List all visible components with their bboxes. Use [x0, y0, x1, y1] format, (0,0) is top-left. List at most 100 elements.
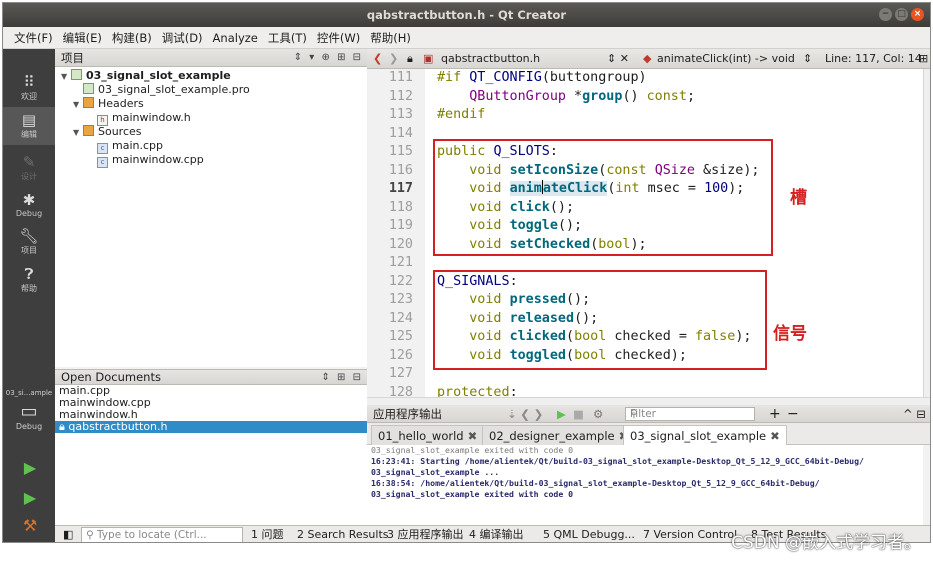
- code-editor[interactable]: 111 #if QT_CONFIG(buttongroup) 112 QButton…: [367, 69, 930, 397]
- add-output-button[interactable]: +: [769, 405, 781, 423]
- line-number: 123: [388, 292, 413, 307]
- menu-build[interactable]: 构建(B): [107, 27, 157, 49]
- output-tab[interactable]: 01_hello_world ✖: [371, 425, 485, 445]
- kit-mode: Debug: [15, 422, 43, 431]
- mode-design[interactable]: ✎ 设计: [3, 149, 55, 187]
- build-button[interactable]: ⚒: [21, 517, 39, 535]
- output-tab-active[interactable]: 03_signal_slot_example ✖: [623, 425, 787, 445]
- output-line: 16:38:54: /home/alientek/Qt/build-03_sig…: [371, 478, 820, 488]
- project-icon: [71, 69, 82, 80]
- application-output[interactable]: 03_signal_slot_example exited with code …: [367, 445, 923, 525]
- qt-creator-window: qabstractbutton.h - Qt Creator − □ × 文件(…: [2, 2, 931, 543]
- status-tab-compile-output[interactable]: 4 编译输出: [469, 526, 524, 542]
- back-arrow-icon[interactable]: ❮: [373, 49, 382, 69]
- close-tab-icon[interactable]: ✖: [468, 429, 478, 443]
- code-text: #endif: [437, 107, 486, 122]
- split-icon[interactable]: ⊞: [919, 49, 928, 69]
- tree-item-pro[interactable]: 03_signal_slot_example.pro: [83, 83, 250, 97]
- tree-folder-sources[interactable]: ▼ Sources: [73, 125, 142, 139]
- stop-icon[interactable]: ■: [573, 405, 584, 423]
- cpp-file-icon: c: [97, 157, 108, 168]
- panel-tool-icons[interactable]: ⇕ ▾ ⊕ ⊞ ⊟: [294, 49, 363, 67]
- status-tab-search-results[interactable]: 2 Search Results: [297, 526, 389, 542]
- settings-icon[interactable]: ⚙: [593, 405, 603, 423]
- symbol-icon: ◆: [643, 52, 652, 65]
- maximize-pane-icon[interactable]: ^ ⊟: [903, 405, 926, 423]
- line-number: 113: [388, 107, 413, 122]
- status-tab-version-control[interactable]: 7 Version Control: [643, 526, 737, 542]
- grid-icon: ⠿: [23, 73, 35, 91]
- expand-arrow-icon[interactable]: ▼: [61, 70, 71, 84]
- tree-item-mainwindow-h[interactable]: h mainwindow.h: [97, 111, 191, 126]
- line-number: 126: [388, 347, 413, 363]
- close-tab-icon[interactable]: ✖: [770, 429, 780, 443]
- kit-project-name: 03_si...ample: [5, 389, 53, 397]
- tree-folder-headers[interactable]: ▼ Headers: [73, 97, 144, 111]
- menu-analyze[interactable]: Analyze: [208, 27, 263, 49]
- tree-item-mainwindow-cpp[interactable]: c mainwindow.cpp: [97, 153, 204, 168]
- expand-arrow-icon[interactable]: ▼: [73, 98, 83, 112]
- menu-tools[interactable]: 工具(T): [263, 27, 312, 49]
- maximize-button[interactable]: □: [895, 8, 908, 21]
- line-number: 112: [388, 88, 413, 104]
- close-button[interactable]: ×: [911, 8, 924, 21]
- minimize-button[interactable]: −: [879, 8, 892, 21]
- line-number: 118: [388, 199, 413, 215]
- search-icon: ⚲: [86, 529, 98, 541]
- editor-toolbar: ❮ ❯ 🔒︎ ▣ qabstractbutton.h ⇕ ✕ ◆ animate…: [367, 49, 930, 69]
- kit-selector[interactable]: 03_si...ample ▭ Debug: [3, 389, 55, 431]
- editor-vertical-scrollbar[interactable]: [923, 69, 930, 397]
- symbol-selector[interactable]: animateClick(int) -> void: [657, 49, 795, 69]
- folder-icon: [83, 125, 94, 136]
- panel-tool-icons[interactable]: ⇕ ⊞ ⊟: [322, 370, 364, 385]
- open-document-item-selected[interactable]: 🔒︎ qabstractbutton.h: [55, 421, 367, 433]
- output-pane-header: 应用程序输出 ⇣ ❮ ❯ ▶ ■ ⚙ ⚲ Filter + − ^ ⊟: [367, 405, 930, 423]
- mode-label: 编辑: [21, 130, 37, 139]
- file-dropdown-icon[interactable]: ⇕ ✕: [607, 49, 629, 69]
- mode-help[interactable]: ❓︎ 帮助: [3, 261, 55, 299]
- current-file-selector[interactable]: qabstractbutton.h: [441, 49, 540, 69]
- menu-debug[interactable]: 调试(D): [157, 27, 208, 49]
- output-tool-icons[interactable]: ⇣ ❮ ❯: [507, 405, 543, 423]
- mode-edit[interactable]: ▤ 编辑: [3, 107, 55, 145]
- cursor-position[interactable]: Line: 117, Col: 14: [825, 49, 922, 69]
- menu-edit[interactable]: 编辑(E): [58, 27, 107, 49]
- code-text: QButtonGroup *group() const;: [469, 88, 695, 104]
- status-tab-qml-debugger[interactable]: 5 QML Debugg...: [543, 526, 635, 542]
- output-filter-input[interactable]: ⚲ Filter: [625, 407, 755, 421]
- project-panel-header: 项目 ⇕ ▾ ⊕ ⊞ ⊟: [55, 49, 367, 67]
- play-icon: ▶: [23, 458, 37, 477]
- mode-debug[interactable]: ✱ Debug: [3, 187, 55, 225]
- run-button[interactable]: ▶: [21, 459, 39, 477]
- editor-horizontal-scrollbar[interactable]: [367, 397, 930, 405]
- mode-projects[interactable]: 🔧︎ 项目: [3, 223, 55, 261]
- menu-help[interactable]: 帮助(H): [365, 27, 416, 49]
- output-tab[interactable]: 02_designer_example✖: [482, 425, 636, 445]
- project-tree: ▼ 03_signal_slot_example 03_signal_slot_e…: [55, 67, 367, 367]
- locator-input[interactable]: ⚲ Type to locate (Ctrl...: [81, 527, 243, 542]
- help-icon: ❓︎: [24, 265, 34, 283]
- tree-project-root[interactable]: ▼ 03_signal_slot_example: [61, 69, 231, 83]
- toggle-sidebar-icon[interactable]: ◧: [63, 526, 73, 542]
- mode-label: 项目: [21, 246, 37, 255]
- open-documents-title: Open Documents: [61, 370, 161, 384]
- output-line: 03_signal_slot_example exited with code …: [371, 445, 574, 455]
- expand-arrow-icon[interactable]: ▼: [73, 126, 83, 140]
- tree-item-main-cpp[interactable]: c main.cpp: [97, 139, 163, 154]
- forward-arrow-icon[interactable]: ❯: [389, 49, 398, 69]
- status-tab-issues[interactable]: 1 问题: [251, 526, 284, 542]
- debug-play-icon: ▶: [23, 488, 37, 507]
- lock-icon: 🔒︎: [59, 420, 69, 433]
- status-tab-app-output[interactable]: 3 应用程序输出: [387, 526, 464, 542]
- mode-label: 设计: [21, 172, 37, 181]
- output-tabs: 01_hello_world✖ 02_designer_example✖ 03_…: [367, 423, 930, 445]
- lock-icon: 🔒︎: [407, 52, 413, 65]
- symbol-dropdown-icon[interactable]: ⇕: [803, 49, 812, 69]
- mode-welcome[interactable]: ⠿ 欢迎: [3, 69, 55, 107]
- remove-output-button[interactable]: −: [787, 405, 799, 423]
- debug-run-button[interactable]: ▶: [21, 489, 39, 507]
- rerun-icon[interactable]: ▶: [557, 405, 566, 423]
- menu-file[interactable]: 文件(F): [9, 27, 58, 49]
- menu-widgets[interactable]: 控件(W): [312, 27, 365, 49]
- csdn-watermark: CSDN @嵌入式学习者。: [731, 533, 921, 553]
